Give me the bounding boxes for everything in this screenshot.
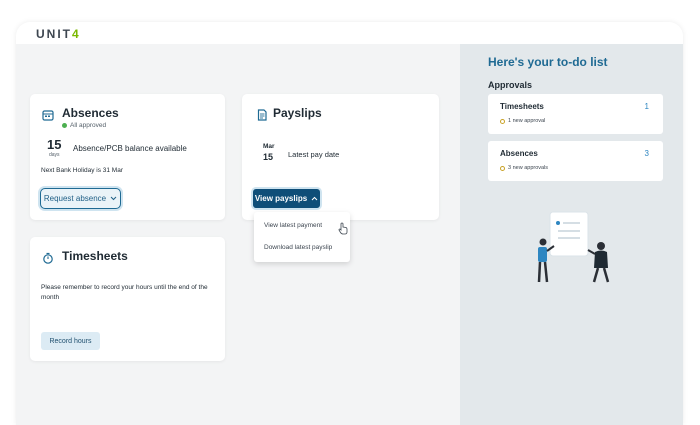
timesheets-card: Timesheets Please remember to record you…: [30, 237, 225, 361]
todo-item-timesheets[interactable]: Timesheets 1 1 new approval: [488, 94, 663, 134]
clock-icon: [500, 165, 505, 171]
pay-date-month: Mar: [263, 143, 275, 150]
balance-number: 15: [47, 137, 62, 152]
todo-title: Here's your to-do list: [488, 55, 608, 69]
calendar-icon: [42, 108, 54, 121]
balance-unit: days: [49, 152, 60, 158]
pay-date-day: 15: [263, 152, 274, 162]
clock-icon: [500, 118, 505, 124]
absences-title: Absences: [62, 106, 119, 120]
todo-item-absences[interactable]: Absences 3 3 new approvals: [488, 141, 663, 181]
balance-text: Absence/PCB balance available: [73, 144, 187, 153]
absences-card: Absences All approved 15 days Absence/PC…: [30, 94, 225, 220]
chevron-down-icon: [110, 196, 117, 201]
payslips-card: Payslips Mar 15 Latest pay date View pay…: [242, 94, 439, 220]
todo-item-count: 1: [644, 102, 649, 111]
hand-cursor-icon: [338, 222, 348, 235]
menu-item-download-latest-payslip[interactable]: Download latest payslip: [264, 244, 332, 251]
record-hours-button[interactable]: Record hours: [41, 332, 100, 350]
todo-item-name: Timesheets: [500, 102, 544, 111]
status-dot-icon: [62, 123, 67, 128]
pay-date-label: Latest pay date: [288, 150, 340, 159]
chevron-up-icon: [311, 196, 318, 201]
holiday-text: Next Bank Holiday is 31 Mar: [41, 167, 124, 174]
request-absence-button[interactable]: Request absence: [40, 188, 121, 209]
timesheets-title: Timesheets: [62, 249, 128, 263]
todo-item-count: 3: [644, 149, 649, 158]
todo-item-sub: 3 new approvals: [500, 165, 548, 171]
todo-item-name: Absences: [500, 149, 538, 158]
approvals-heading: Approvals: [488, 80, 533, 90]
stopwatch-icon: [42, 251, 54, 264]
payslips-menu: View latest payment Download latest pays…: [254, 212, 350, 262]
people-illustration: [537, 211, 610, 283]
menu-item-view-latest-payment[interactable]: View latest payment: [264, 222, 322, 229]
unit4-logo[interactable]: UNIT4: [36, 27, 81, 41]
todo-item-sub: 1 new approval: [500, 118, 545, 124]
document-icon: [256, 108, 268, 121]
payslips-title: Payslips: [273, 106, 322, 120]
view-payslips-button[interactable]: View payslips: [253, 189, 320, 208]
top-bar: UNIT4: [16, 22, 683, 44]
approval-status: All approved: [62, 122, 106, 129]
timesheets-message: Please remember to record your hours unt…: [41, 284, 208, 301]
